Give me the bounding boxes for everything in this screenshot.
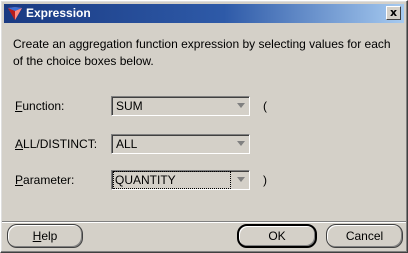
parameter-select-value: QUANTITY xyxy=(113,171,231,189)
help-button[interactable]: Help xyxy=(7,224,83,248)
cancel-button[interactable]: Cancel xyxy=(326,224,403,248)
expression-dialog: Expression x Create an aggregation funct… xyxy=(0,0,408,253)
all-distinct-select-value: ALL xyxy=(116,137,138,151)
button-separator xyxy=(2,221,406,223)
function-select[interactable]: SUM xyxy=(111,96,250,116)
dialog-description: Create an aggregation function expressio… xyxy=(13,37,391,68)
title-bar[interactable]: Expression x xyxy=(4,4,404,23)
function-label: Function: xyxy=(15,99,65,113)
chevron-down-icon[interactable] xyxy=(237,103,245,108)
all-distinct-select[interactable]: ALL xyxy=(111,134,250,154)
chevron-down-icon[interactable] xyxy=(237,177,245,182)
window-title: Expression xyxy=(26,6,91,20)
function-select-value: SUM xyxy=(116,99,143,113)
app-icon xyxy=(7,6,23,21)
chevron-down-icon[interactable] xyxy=(237,141,245,146)
close-icon: x xyxy=(389,6,398,19)
parameter-select[interactable]: QUANTITY xyxy=(111,170,250,190)
close-paren: ) xyxy=(263,173,267,187)
open-paren: ( xyxy=(263,99,267,113)
ok-button[interactable]: OK xyxy=(237,224,317,248)
close-button[interactable]: x xyxy=(386,6,401,20)
all-distinct-label: ALL/DISTINCT: xyxy=(15,137,98,151)
parameter-label: Parameter: xyxy=(15,173,75,187)
